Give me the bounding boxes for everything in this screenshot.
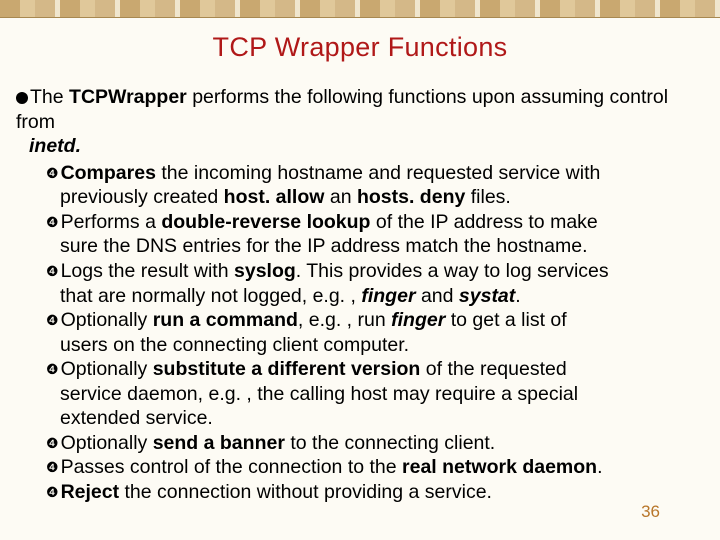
list-item: ❹Reject the connection without providing… (46, 480, 704, 505)
intro-paragraph: The TCPWrapper performs the following fu… (16, 85, 704, 159)
text-b: run a command (153, 309, 298, 331)
sub-bullet-icon: ❹ (46, 459, 59, 477)
text-plain: users on the connecting client computer. (60, 334, 409, 356)
sub-bullet-icon: ❹ (46, 312, 59, 330)
item-line-2: sure the DNS entries for the IP address … (46, 234, 704, 259)
text-plain: to the connecting client. (285, 432, 495, 454)
text-plain: Optionally (61, 432, 153, 454)
text-b: substitute a different version (153, 358, 421, 380)
list-item: ❹Optionally run a command, e.g. , run fi… (46, 308, 704, 357)
text-b: syslog (234, 260, 296, 282)
list-item: ❹Optionally substitute a different versi… (46, 357, 704, 431)
text-plain: and (416, 285, 459, 307)
sub-bullet-icon: ❹ (46, 361, 59, 379)
sub-list: ❹Compares the incoming hostname and requ… (16, 161, 704, 505)
text-b: double-reverse lookup (161, 211, 370, 233)
text-plain: an (324, 186, 357, 208)
text-plain: extended service. (60, 407, 213, 429)
text-plain: . (597, 456, 602, 478)
text-bi: finger (391, 309, 445, 331)
text-plain: the incoming hostname and requested serv… (156, 162, 600, 184)
circle-bullet-icon (16, 92, 28, 104)
text-b: Compares (61, 162, 156, 184)
list-item: ❹Passes control of the connection to the… (46, 455, 704, 480)
sub-bullet-icon: ❹ (46, 214, 59, 232)
text-b: real network daemon (402, 456, 597, 478)
page-number: 36 (641, 502, 660, 522)
text-plain: that are normally not logged, e.g. , (60, 285, 361, 307)
text-plain: . (515, 285, 520, 307)
slide-content: The TCPWrapper performs the following fu… (0, 85, 720, 505)
item-line-1: ❹Passes control of the connection to the… (46, 455, 704, 480)
text-bi: finger (361, 285, 415, 307)
sub-bullet-icon: ❹ (46, 484, 59, 502)
text-plain: Passes control of the connection to the (61, 456, 402, 478)
item-line-1: ❹Performs a double-reverse lookup of the… (46, 210, 704, 235)
list-item: ❹Performs a double-reverse lookup of the… (46, 210, 704, 259)
item-line-2: previously created host. allow an hosts.… (46, 185, 704, 210)
sub-bullet-icon: ❹ (46, 435, 59, 453)
text-plain: sure the DNS entries for the IP address … (60, 235, 588, 257)
text-plain: Optionally (61, 309, 153, 331)
item-line-1: ❹Logs the result with syslog. This provi… (46, 259, 704, 284)
text-b: send a banner (153, 432, 285, 454)
text-plain: previously created (60, 186, 224, 208)
item-line-3: extended service. (46, 406, 704, 431)
text-plain: of the requested (420, 358, 566, 380)
text-plain: the connection without providing a servi… (119, 481, 492, 503)
sub-bullet-icon: ❹ (46, 165, 59, 183)
text-plain: Performs a (61, 211, 162, 233)
list-item: ❹Logs the result with syslog. This provi… (46, 259, 704, 308)
item-line-2: that are normally not logged, e.g. , fin… (46, 284, 704, 309)
text-plain: of the IP address to make (370, 211, 597, 233)
text-plain: Logs the result with (61, 260, 234, 282)
list-item: ❹Compares the incoming hostname and requ… (46, 161, 704, 210)
item-line-1: ❹Reject the connection without providing… (46, 480, 704, 505)
slide-title: TCP Wrapper Functions (0, 32, 720, 63)
text-plain: . This provides a way to log services (296, 260, 609, 282)
item-line-1: ❹Compares the incoming hostname and requ… (46, 161, 704, 186)
text-plain: files. (465, 186, 511, 208)
text-b: Reject (61, 481, 120, 503)
sub-bullet-icon: ❹ (46, 263, 59, 281)
text-plain: , e.g. , run (298, 309, 391, 331)
item-line-1: ❹Optionally run a command, e.g. , run fi… (46, 308, 704, 333)
text-b: host. allow (224, 186, 325, 208)
text-bi: systat (459, 285, 515, 307)
item-line-1: ❹Optionally substitute a different versi… (46, 357, 704, 382)
intro-text-pre: The (30, 86, 69, 108)
item-line-2: users on the connecting client computer. (46, 333, 704, 358)
intro-term: TCPWrapper (69, 86, 187, 108)
text-b: hosts. deny (357, 186, 465, 208)
item-line-1: ❹Optionally send a banner to the connect… (46, 431, 704, 456)
list-item: ❹Optionally send a banner to the connect… (46, 431, 704, 456)
text-plain: to get a list of (445, 309, 566, 331)
text-plain: service daemon, e.g. , the calling host … (60, 383, 578, 405)
intro-term2: inetd. (29, 135, 81, 157)
item-line-2: service daemon, e.g. , the calling host … (46, 382, 704, 407)
text-plain: Optionally (61, 358, 153, 380)
decorative-top-border (0, 0, 720, 18)
